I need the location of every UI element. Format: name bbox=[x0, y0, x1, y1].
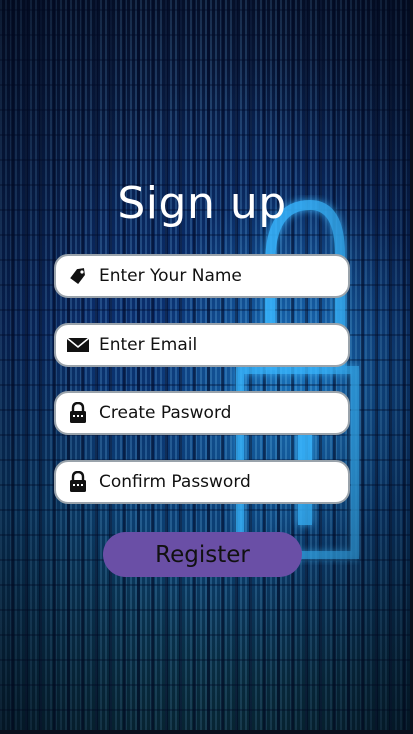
background-vignette bbox=[0, 0, 413, 734]
envelope-icon bbox=[65, 332, 91, 358]
tag-icon bbox=[65, 263, 91, 289]
lock-icon bbox=[65, 400, 91, 426]
register-button[interactable]: Register bbox=[103, 532, 302, 577]
screen-edge-bottom bbox=[0, 730, 413, 734]
confirm-password-field[interactable] bbox=[54, 460, 350, 504]
page-title: Sign up bbox=[117, 178, 287, 229]
name-field[interactable] bbox=[54, 254, 350, 298]
lock-icon bbox=[65, 469, 91, 495]
password-input[interactable] bbox=[99, 403, 339, 423]
name-input[interactable] bbox=[99, 266, 339, 286]
password-field[interactable] bbox=[54, 391, 350, 435]
confirm-password-input[interactable] bbox=[99, 472, 339, 492]
email-field[interactable] bbox=[54, 323, 350, 367]
signup-screen: Sign up Enter Your Name Enter Email Regi… bbox=[0, 0, 413, 734]
email-input[interactable] bbox=[99, 335, 339, 355]
